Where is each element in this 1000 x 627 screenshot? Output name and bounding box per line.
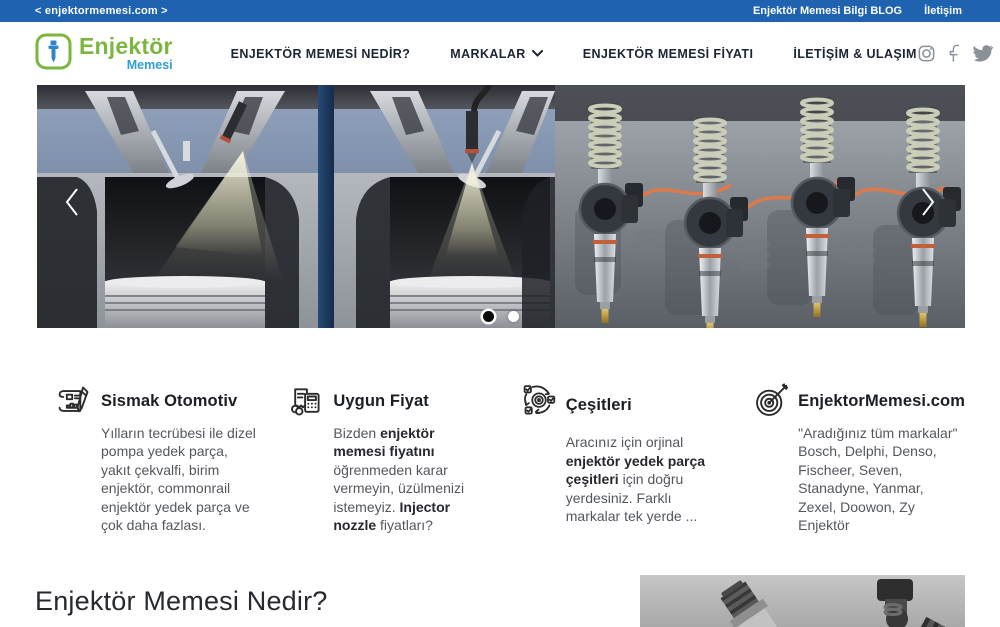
topbar-site-link[interactable]: < enjektormemesi.com > <box>35 5 168 17</box>
feature-title: Uygun Fiyat <box>333 392 489 411</box>
feature-card-e-itleri: Çeşitleri Aracınız için orjinal enjektör … <box>520 383 722 535</box>
main-nav: ENJEKTÖR MEMESİ NEDİR? MARKALAR ENJEKTÖR M… <box>231 47 917 61</box>
nav-item-i-leti-i-m-ula-im[interactable]: İLETİŞİM & ULAŞIM <box>793 47 916 61</box>
hero-carousel <box>37 85 965 328</box>
nav-item-label: ENJEKTÖR MEMESİ FİYATI <box>583 47 754 61</box>
hero-slide-engine-illustration <box>37 85 965 328</box>
main-header: Enjektör Memesi ENJEKTÖR MEMESİ NEDİR? MA… <box>0 22 1000 85</box>
calculator-receipt-icon <box>287 383 325 419</box>
instagram-icon[interactable] <box>917 44 936 63</box>
social-links <box>917 44 993 63</box>
feature-card-enjektormemesi-com: EnjektorMemesi.com "Aradığınız tüm markal… <box>752 383 965 535</box>
dartboard-icon <box>752 383 790 419</box>
features-row: Sismak Otomotiv Yılların tecrübesi ile di… <box>55 383 965 535</box>
nav-item-label: MARKALAR <box>450 47 525 61</box>
nav-item-markalar[interactable]: MARKALAR <box>450 47 542 61</box>
logo-text: Enjektör Memesi <box>79 35 173 72</box>
injector-parts-photo <box>640 575 965 627</box>
feature-title: Çeşitleri <box>566 396 722 415</box>
carousel-dot-1[interactable] <box>483 311 494 322</box>
blueprint-pen-icon <box>55 383 93 419</box>
topbar-link-i-leti-im[interactable]: İletişim <box>924 5 962 17</box>
logo-injector-icon <box>35 33 72 75</box>
feature-text: "Aradığınız tüm markalar" Bosch, Delphi,… <box>798 424 965 535</box>
feature-text: Aracınız için orjinal enjektör yedek par… <box>566 433 722 535</box>
topbar-link-enjekt-r-memesi-bilgi-blog[interactable]: Enjektör Memesi Bilgi BLOG <box>753 5 902 17</box>
variety-cycle-icon <box>520 383 558 419</box>
feature-card-sismak-otomotiv: Sismak Otomotiv Yılların tecrübesi ile di… <box>55 383 257 535</box>
carousel-dots <box>483 311 519 322</box>
feature-title: EnjektorMemesi.com <box>798 392 965 411</box>
article-title: Enjektör Memesi Nedir? <box>35 586 328 617</box>
nav-item-label: İLETİŞİM & ULAŞIM <box>793 47 916 61</box>
site-logo[interactable]: Enjektör Memesi <box>35 33 173 75</box>
topbar-links: Enjektör Memesi Bilgi BLOG İletişim <box>753 5 962 17</box>
twitter-icon[interactable] <box>973 45 993 62</box>
feature-text: Bizden enjektör memesi fiyatını öğrenmed… <box>333 424 489 535</box>
feature-text: Yılların tecrübesi ile dizel pompa yedek… <box>101 424 257 535</box>
carousel-dot-2[interactable] <box>508 311 519 322</box>
topbar: < enjektormemesi.com > Enjektör Memesi B… <box>0 0 1000 22</box>
facebook-icon[interactable] <box>949 44 960 63</box>
nav-item-enjekt-r-memesi-fi-yati[interactable]: ENJEKTÖR MEMESİ FİYATI <box>583 47 754 61</box>
nav-item-label: ENJEKTÖR MEMESİ NEDİR? <box>231 47 411 61</box>
carousel-prev-arrow[interactable] <box>59 182 85 225</box>
feature-card-uygun-fiyat: Uygun Fiyat Bizden enjektör memesi fiyatı… <box>287 383 489 535</box>
carousel-next-arrow[interactable] <box>915 182 941 225</box>
feature-title: Sismak Otomotiv <box>101 392 257 411</box>
nav-item-enjekt-r-memesi-nedi-r[interactable]: ENJEKTÖR MEMESİ NEDİR? <box>231 47 411 61</box>
logo-line1: Enjektör <box>79 35 173 58</box>
chevron-down-icon <box>532 50 543 57</box>
logo-line2: Memesi <box>127 59 173 72</box>
